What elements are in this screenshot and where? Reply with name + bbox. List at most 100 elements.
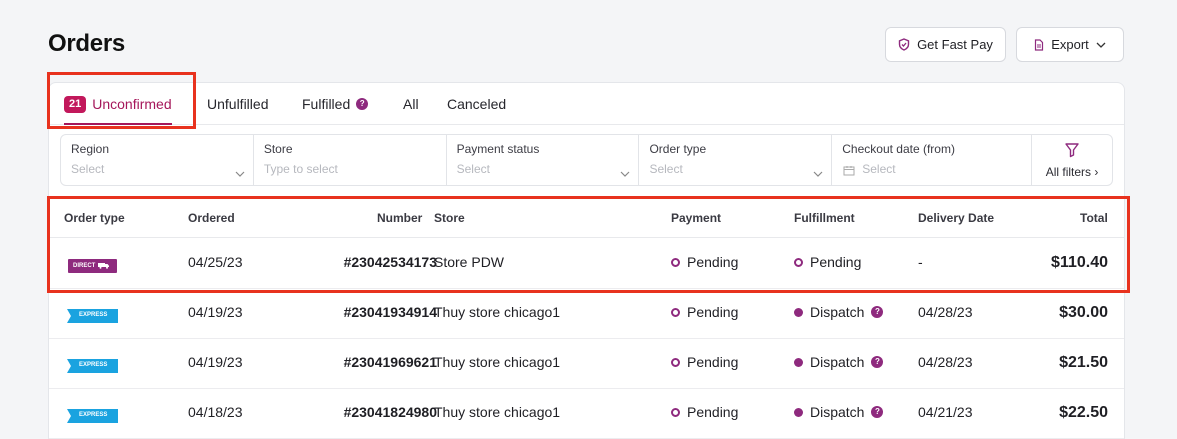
tab-canceled[interactable]: Canceled <box>447 83 506 125</box>
export-button[interactable]: Export <box>1016 27 1124 62</box>
table-row[interactable]: EXPRESS 04/19/23 #23041934914 Thuy store… <box>49 289 1124 339</box>
checkout-date-filter[interactable]: Checkout date (from) Select <box>832 135 1033 185</box>
filter-placeholder: Select <box>649 162 683 176</box>
ordered-date: 04/19/23 <box>188 354 243 370</box>
fulfillment-status-label: Dispatch <box>810 304 865 320</box>
table-row[interactable]: EXPRESS 04/18/23 #23041824980 Thuy store… <box>49 389 1124 439</box>
filter-placeholder: Select <box>862 162 896 176</box>
fulfillment-status: Pending <box>794 254 861 270</box>
page-title: Orders <box>48 30 125 57</box>
tab-all-label: All <box>403 96 419 112</box>
table-row[interactable]: EXPRESS 04/19/23 #23041969621 Thuy store… <box>49 339 1124 389</box>
order-total: $30.00 <box>1059 304 1108 321</box>
order-number[interactable]: #23041934914 <box>344 304 437 320</box>
payment-status-label: Pending <box>687 304 739 320</box>
document-icon <box>1034 38 1044 51</box>
chevron-down-icon <box>1096 42 1106 48</box>
orders-panel: 21 Unconfirmed Unfulfilled Fulfilled ? A… <box>48 82 1125 439</box>
tab-canceled-label: Canceled <box>447 96 507 112</box>
order-number[interactable]: #23041969621 <box>344 354 437 370</box>
order-type-label: DIRECT <box>73 263 96 269</box>
pending-ring-icon <box>671 257 680 267</box>
store-name: Thuy store chicago1 <box>434 404 561 420</box>
column-header-payment[interactable]: Payment <box>671 211 721 225</box>
store-filter[interactable]: Store Type to select <box>254 135 447 185</box>
filter-placeholder: Select <box>456 162 490 176</box>
fulfillment-status-label: Dispatch <box>810 354 865 370</box>
column-header-store[interactable]: Store <box>434 211 465 225</box>
fulfillment-status: Dispatch? <box>794 354 884 370</box>
pending-ring-icon <box>794 257 803 267</box>
dispatch-dot-icon <box>794 307 803 317</box>
column-header-number[interactable]: Number <box>377 211 422 225</box>
express-order-tag: EXPRESS <box>67 309 118 323</box>
payment-status: Pending <box>671 254 738 270</box>
table-header: Order type Ordered Number Store Payment … <box>49 199 1124 238</box>
tab-fulfilled[interactable]: Fulfilled ? <box>302 83 369 125</box>
truck-icon <box>98 262 110 271</box>
ordered-date: 04/25/23 <box>188 254 243 270</box>
filter-placeholder: Type to select <box>263 162 338 176</box>
delivery-date: 04/28/23 <box>918 304 973 320</box>
delivery-date: - <box>918 254 923 270</box>
tab-fulfilled-label: Fulfilled <box>302 96 351 112</box>
region-filter[interactable]: Region Select <box>61 135 254 185</box>
order-type-label: EXPRESS <box>79 412 108 418</box>
filter-label: Payment status <box>456 142 540 156</box>
column-header-order-type[interactable]: Order type <box>64 211 125 225</box>
help-icon[interactable]: ? <box>871 306 884 318</box>
payment-status-label: Pending <box>687 354 739 370</box>
help-icon[interactable]: ? <box>871 356 884 368</box>
order-number[interactable]: #23041824980 <box>344 404 437 420</box>
all-filters-label: All filters › <box>1045 164 1099 179</box>
unconfirmed-count-badge: 21 <box>64 95 87 113</box>
fulfillment-status-label: Pending <box>810 254 862 270</box>
order-type-label: EXPRESS <box>79 362 108 368</box>
dispatch-dot-icon <box>794 407 803 417</box>
tab-unfulfilled[interactable]: Unfulfilled <box>207 83 268 125</box>
chevron-down-icon <box>235 164 245 182</box>
delivery-date: 04/21/23 <box>918 404 973 420</box>
payment-status-label: Pending <box>687 404 739 420</box>
pending-ring-icon <box>671 307 680 317</box>
tab-unconfirmed-label: Unconfirmed <box>92 96 172 112</box>
fulfillment-status-label: Dispatch <box>810 404 865 420</box>
direct-order-tag: DIRECT <box>68 259 117 273</box>
table-row[interactable]: DIRECT 04/25/23 #23042534173 Store PDW P… <box>49 239 1124 289</box>
payment-status: Pending <box>671 304 738 320</box>
tab-all[interactable]: All <box>403 83 419 125</box>
payment-status: Pending <box>671 354 738 370</box>
column-header-delivery-date[interactable]: Delivery Date <box>918 211 994 225</box>
all-filters-button[interactable]: All filters › <box>1032 135 1112 185</box>
order-total: $110.40 <box>1051 254 1108 271</box>
column-header-total[interactable]: Total <box>1080 211 1108 225</box>
order-type-label: EXPRESS <box>79 312 108 318</box>
order-tabs: 21 Unconfirmed Unfulfilled Fulfilled ? A… <box>49 83 1124 125</box>
filter-bar: Region Select Store Type to select Payme… <box>60 134 1113 186</box>
filter-label: Checkout date (from) <box>842 142 955 156</box>
store-name: Thuy store chicago1 <box>434 304 561 320</box>
dispatch-dot-icon <box>794 357 803 367</box>
ordered-date: 04/18/23 <box>188 404 243 420</box>
help-icon[interactable]: ? <box>871 406 884 418</box>
help-icon[interactable]: ? <box>356 98 369 110</box>
order-number[interactable]: #23042534173 <box>344 254 437 270</box>
payment-status-filter[interactable]: Payment status Select <box>447 135 640 185</box>
get-fast-pay-button[interactable]: Get Fast Pay <box>885 27 1006 62</box>
tab-unconfirmed[interactable]: 21 Unconfirmed <box>64 83 172 125</box>
order-type-filter[interactable]: Order type Select <box>639 135 833 185</box>
shield-icon <box>898 38 910 51</box>
filter-label: Order type <box>649 142 707 156</box>
column-header-ordered[interactable]: Ordered <box>188 211 235 225</box>
payment-status-label: Pending <box>687 254 739 270</box>
store-name: Thuy store chicago1 <box>434 354 561 370</box>
tab-unfulfilled-label: Unfulfilled <box>207 96 269 112</box>
pending-ring-icon <box>671 357 680 367</box>
order-total: $21.50 <box>1059 354 1108 371</box>
column-header-fulfillment[interactable]: Fulfillment <box>794 211 855 225</box>
pending-ring-icon <box>671 407 680 417</box>
filter-label: Region <box>71 142 110 156</box>
get-fast-pay-label: Get Fast Pay <box>917 37 993 52</box>
filter-placeholder: Select <box>71 162 105 176</box>
payment-status: Pending <box>671 404 738 420</box>
